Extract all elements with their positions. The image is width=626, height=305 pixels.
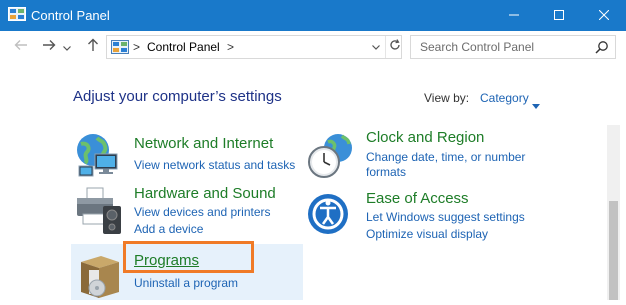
- address-bar[interactable]: > Control Panel >: [106, 35, 402, 59]
- printer-icon[interactable]: [73, 186, 125, 238]
- control-panel-icon: [111, 40, 129, 54]
- forward-button[interactable]: [38, 36, 60, 58]
- breadcrumb-control-panel[interactable]: Control Panel: [147, 40, 220, 54]
- maximize-button[interactable]: [536, 0, 581, 31]
- refresh-button[interactable]: [385, 36, 404, 58]
- programs-box-icon[interactable]: [75, 248, 127, 300]
- close-button[interactable]: [581, 0, 626, 31]
- category-network-and-internet[interactable]: Network and Internet: [134, 135, 273, 152]
- link-change-date-time-number-formats[interactable]: Change date, time, or number: [366, 150, 525, 164]
- up-arrow-icon: [87, 38, 99, 57]
- highlight-box: [123, 241, 254, 273]
- breadcrumb-separator[interactable]: >: [133, 40, 140, 54]
- link-view-network-status[interactable]: View network status and tasks: [134, 158, 295, 172]
- network-globe-icon[interactable]: [73, 130, 125, 182]
- search-box[interactable]: [410, 35, 616, 59]
- refresh-icon: [389, 38, 401, 56]
- category-clock-and-region[interactable]: Clock and Region: [366, 129, 484, 146]
- navigation-bar: > Control Panel >: [0, 31, 626, 63]
- page-heading: Adjust your computer’s settings: [73, 88, 282, 105]
- link-let-windows-suggest-settings[interactable]: Let Windows suggest settings: [366, 210, 525, 224]
- link-optimize-visual-display[interactable]: Optimize visual display: [366, 227, 488, 241]
- category-ease-of-access[interactable]: Ease of Access: [366, 190, 469, 207]
- caret-down-icon[interactable]: [532, 96, 540, 109]
- chevron-down-icon: [63, 38, 71, 56]
- back-button[interactable]: [10, 36, 32, 58]
- close-icon: [598, 7, 609, 25]
- minimize-icon: [508, 7, 519, 25]
- back-arrow-icon: [14, 38, 28, 56]
- link-add-a-device[interactable]: Add a device: [134, 222, 203, 236]
- ease-of-access-icon[interactable]: [306, 190, 358, 242]
- link-formats[interactable]: formats: [366, 165, 406, 179]
- up-button[interactable]: [82, 36, 104, 58]
- control-panel-icon: [8, 7, 26, 21]
- vertical-scrollbar[interactable]: [607, 125, 620, 300]
- address-dropdown-button[interactable]: [369, 40, 383, 54]
- scrollbar-thumb[interactable]: [609, 201, 618, 300]
- title-bar[interactable]: Control Panel: [0, 0, 626, 31]
- view-by-dropdown[interactable]: Category: [480, 91, 529, 105]
- link-view-devices-and-printers[interactable]: View devices and printers: [134, 205, 271, 219]
- recent-locations-button[interactable]: [60, 36, 74, 58]
- maximize-icon: [553, 7, 564, 25]
- view-by-label: View by:: [424, 91, 470, 105]
- search-input[interactable]: [411, 36, 591, 58]
- breadcrumb-separator[interactable]: >: [227, 40, 234, 54]
- link-uninstall-a-program[interactable]: Uninstall a program: [134, 276, 238, 290]
- category-hardware-and-sound[interactable]: Hardware and Sound: [134, 185, 276, 202]
- clock-globe-icon[interactable]: [306, 130, 358, 182]
- forward-arrow-icon: [42, 38, 56, 56]
- minimize-button[interactable]: [491, 0, 536, 31]
- window-title: Control Panel: [31, 8, 110, 23]
- search-icon[interactable]: [595, 40, 609, 54]
